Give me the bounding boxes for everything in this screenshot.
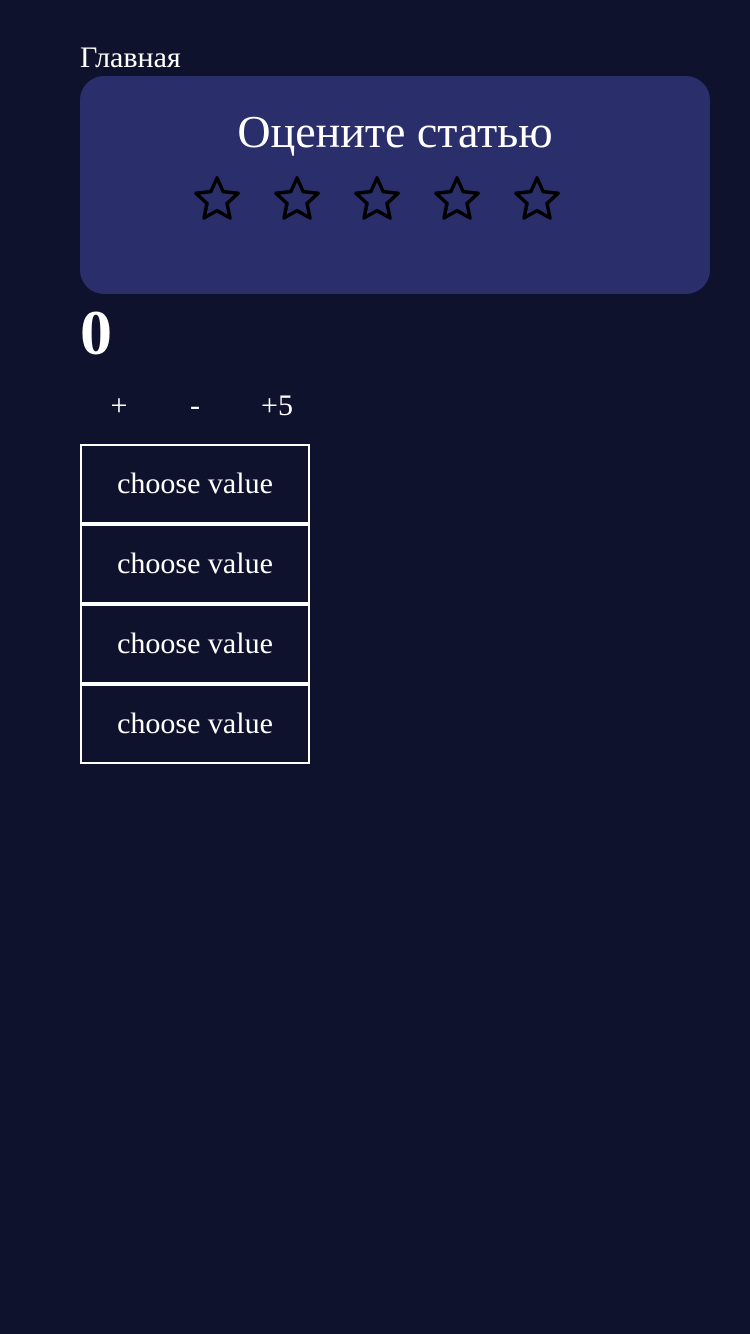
value-select-2[interactable]: choose value — [80, 524, 310, 604]
decrement-button[interactable]: - — [158, 384, 232, 428]
star-2-icon[interactable] — [272, 174, 322, 224]
home-link[interactable]: Главная — [80, 40, 181, 76]
counter-value: 0 — [80, 297, 112, 368]
value-select-1[interactable]: choose value — [80, 444, 310, 524]
add-five-button[interactable]: +5 — [232, 384, 322, 428]
counter-controls: + - +5 — [80, 384, 322, 428]
star-1-icon[interactable] — [192, 174, 242, 224]
rating-title: Оцените статью — [237, 106, 553, 157]
increment-button[interactable]: + — [80, 384, 158, 428]
star-4-icon[interactable] — [432, 174, 482, 224]
star-rating — [192, 174, 562, 224]
star-3-icon[interactable] — [352, 174, 402, 224]
value-select-4[interactable]: choose value — [80, 684, 310, 764]
star-5-icon[interactable] — [512, 174, 562, 224]
select-list: choose value choose value choose value c… — [80, 444, 310, 764]
value-select-3[interactable]: choose value — [80, 604, 310, 684]
